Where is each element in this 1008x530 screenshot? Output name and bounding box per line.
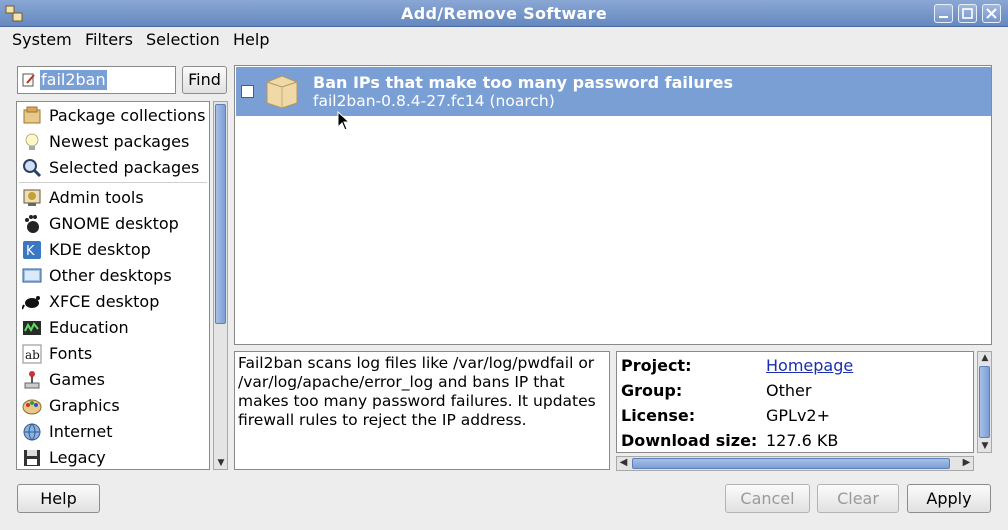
title-bar[interactable]: Add/Remove Software (0, 0, 1008, 27)
sidebar-item-admin-tools[interactable]: Admin tools (17, 186, 209, 212)
sidebar-item-label: Fonts (49, 344, 93, 363)
minimize-icon (939, 16, 948, 18)
sidebar-item-label: Admin tools (49, 188, 144, 207)
admin-tools-icon (23, 189, 41, 206)
close-icon (986, 8, 997, 19)
maximize-button[interactable] (958, 4, 977, 23)
legacy-floppy-icon (24, 450, 40, 466)
menu-help[interactable]: Help (233, 30, 269, 49)
sidebar-item-label: Selected packages (49, 158, 200, 177)
detail-value: GPLv2+ (766, 406, 831, 425)
apply-button[interactable]: Apply (907, 484, 991, 513)
sidebar-item-label: Package collections (49, 106, 206, 125)
svg-text:K: K (26, 244, 35, 259)
sidebar-item-label: Internet (49, 422, 113, 441)
detail-key: Project: (621, 356, 692, 375)
sidebar-item-kde-desktop[interactable]: K KDE desktop (17, 238, 209, 264)
sidebar-item-fonts[interactable]: ab Fonts (17, 342, 209, 368)
menu-selection[interactable]: Selection (146, 30, 220, 49)
package-name: fail2ban-0.8.4-27.fc14 (noarch) (313, 92, 555, 110)
details-hscrollbar[interactable]: ▶ ◀ (616, 456, 974, 471)
help-button[interactable]: Help (17, 484, 100, 513)
lightbulb-icon (25, 133, 39, 150)
mouse-cursor-icon (337, 111, 350, 131)
fonts-icon: ab (22, 344, 42, 364)
sidebar-item-internet[interactable]: Internet (17, 420, 209, 446)
detail-value: Other (766, 381, 812, 400)
sidebar-item-games[interactable]: Games (17, 368, 209, 394)
package-description: Fail2ban scans log files like /var/log/p… (234, 351, 610, 470)
window-title: Add/Remove Software (401, 4, 607, 23)
search-value: fail2ban (40, 70, 107, 90)
package-collections-icon (23, 106, 41, 124)
find-button[interactable]: Find (182, 66, 227, 94)
sidebar-scrollbar[interactable]: ▼ (213, 101, 228, 470)
magnifier-icon (23, 159, 42, 178)
sidebar-item-label: GNOME desktop (49, 214, 179, 233)
search-input[interactable]: fail2ban (17, 66, 176, 94)
detail-key: Group: (621, 381, 683, 400)
sidebar-item-gnome-desktop[interactable]: GNOME desktop (17, 212, 209, 238)
kde-icon: K (23, 241, 41, 259)
scroll-up-arrow-icon[interactable]: ▲ (978, 352, 992, 364)
detail-key: Download size: (621, 431, 758, 450)
sidebar-item-label: Graphics (49, 396, 120, 415)
package-checkbox[interactable] (241, 85, 254, 98)
homepage-link[interactable]: Homepage (766, 356, 853, 375)
details-vscrollbar-thumb[interactable] (979, 366, 990, 438)
menu-filters[interactable]: Filters (85, 30, 133, 49)
sidebar-item-xfce-desktop[interactable]: XFCE desktop (17, 290, 209, 316)
sidebar-item-label: Newest packages (49, 132, 190, 151)
sidebar-item-education[interactable]: Education (17, 316, 209, 342)
sidebar-item-label: KDE desktop (49, 240, 151, 259)
package-summary: Ban IPs that make too many password fail… (313, 73, 734, 92)
maximize-icon (962, 8, 973, 19)
sidebar-item-label: Education (49, 318, 129, 337)
sidebar-item-other-desktops[interactable]: Other desktops (17, 264, 209, 290)
scroll-down-arrow-icon[interactable]: ▼ (978, 440, 992, 452)
package-row[interactable]: Ban IPs that make too many password fail… (236, 67, 991, 116)
sidebar-item-label: Games (49, 370, 105, 389)
package-box-icon (266, 75, 298, 109)
scroll-right-arrow-icon[interactable]: ▶ (960, 457, 973, 469)
svg-text:ab: ab (25, 348, 40, 362)
close-button[interactable] (982, 4, 1001, 23)
detail-value: 127.6 KB (766, 431, 839, 450)
games-joystick-icon (24, 371, 40, 389)
detail-key: License: (621, 406, 696, 425)
scroll-down-arrow-icon[interactable]: ▼ (214, 457, 228, 469)
xfce-mouse-icon (22, 296, 40, 310)
package-list: Ban IPs that make too many password fail… (234, 65, 992, 345)
minimize-button[interactable] (934, 4, 953, 23)
graphics-palette-icon (22, 399, 42, 415)
details-vscrollbar[interactable]: ▲ ▼ (977, 351, 992, 453)
menu-system[interactable]: System (12, 30, 72, 49)
education-icon (23, 321, 41, 335)
clear-button[interactable]: Clear (817, 484, 899, 513)
category-sidebar: Package collections Newest packages Select… (16, 101, 210, 470)
sidebar-item-package-collections[interactable]: Package collections (17, 104, 209, 130)
sidebar-scrollbar-thumb[interactable] (215, 104, 226, 324)
sidebar-item-newest-packages[interactable]: Newest packages (17, 130, 209, 156)
package-details: Project: Homepage Group: Other License: … (616, 351, 974, 453)
sidebar-item-legacy[interactable]: Legacy (17, 446, 209, 469)
sidebar-item-graphics[interactable]: Graphics (17, 394, 209, 420)
sidebar-item-label: Other desktops (49, 266, 172, 285)
sidebar-item-label: XFCE desktop (49, 292, 160, 311)
cancel-button[interactable]: Cancel (725, 484, 810, 513)
globe-icon (23, 423, 41, 441)
sidebar-divider (19, 182, 207, 183)
other-desktops-icon (22, 268, 42, 283)
details-hscrollbar-thumb[interactable] (632, 458, 950, 469)
sidebar-item-selected-packages[interactable]: Selected packages (17, 156, 209, 182)
menu-bar: System Filters Selection Help (0, 27, 1008, 53)
scroll-left-arrow-icon[interactable]: ◀ (617, 457, 630, 469)
gnome-foot-icon (25, 215, 39, 233)
sidebar-item-label: Legacy (49, 448, 106, 467)
edit-icon (22, 73, 35, 87)
